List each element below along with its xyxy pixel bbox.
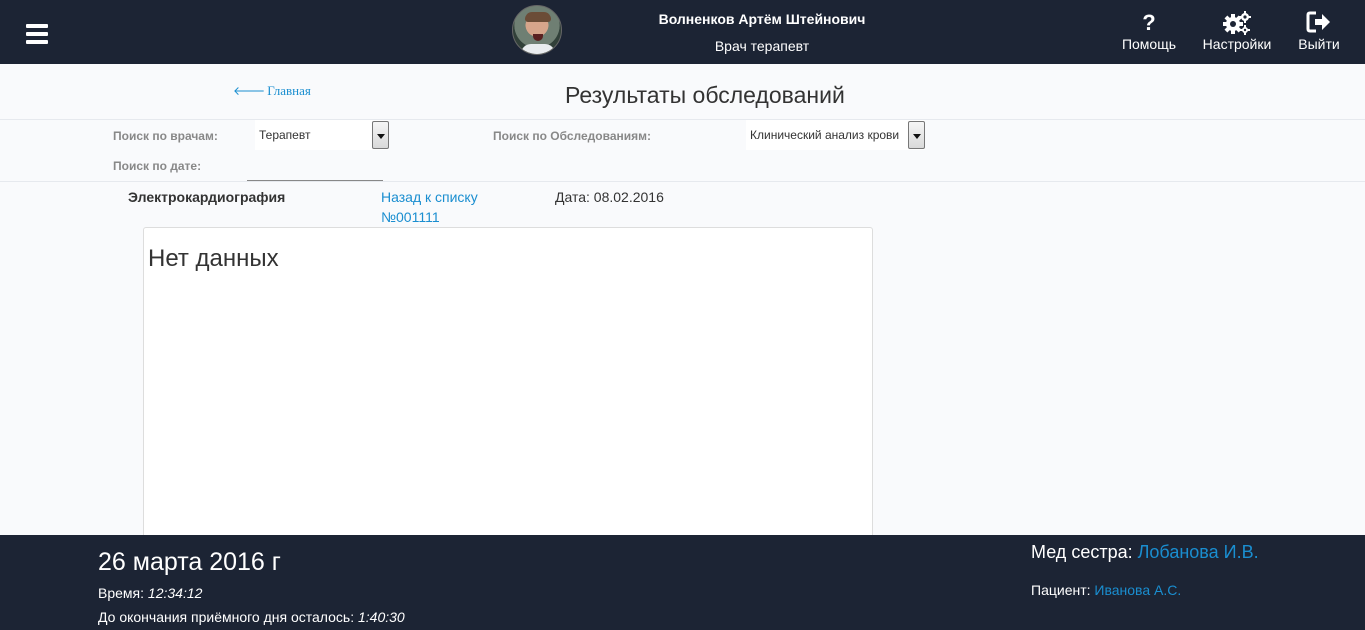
help-button[interactable]: ? Помощь — [1119, 10, 1179, 52]
footer-bar: 26 марта 2016 г Время: 12:34:12 До оконч… — [0, 535, 1365, 630]
nurse-info: Мед сестра: Лобанова И.В. — [1031, 542, 1259, 563]
settings-label: Настройки — [1202, 36, 1272, 52]
user-name: Волненков Артём Штейнович — [658, 11, 866, 27]
user-role: Врач терапевт — [714, 38, 810, 54]
doctor-select[interactable]: Терапевт — [255, 120, 389, 150]
arrow-left-icon: 🡐 — [233, 84, 266, 98]
result-content-box: Нет данных — [143, 227, 873, 557]
page-title: Результаты обследований — [565, 82, 845, 108]
patient-label: Пациент: — [1031, 582, 1095, 598]
patient-name-link[interactable]: Иванова А.С. — [1094, 582, 1181, 598]
exam-select-value: Клинический анализ крови — [750, 128, 900, 142]
current-time: Время: 12:34:12 — [98, 585, 202, 601]
chevron-down-icon[interactable] — [908, 121, 925, 149]
hamburger-menu-icon[interactable] — [26, 24, 48, 44]
time-value: 12:34:12 — [147, 585, 203, 601]
nurse-label: Мед сестра: — [1031, 542, 1138, 562]
date-filter-input[interactable] — [247, 150, 383, 181]
no-data-message: Нет данных — [148, 245, 279, 272]
gears-icon — [1198, 10, 1276, 36]
question-icon: ? — [1142, 10, 1156, 35]
remaining-time: До окончания приёмного дня осталось: 1:4… — [98, 609, 405, 625]
exam-date: Дата: 08.02.2016 — [555, 189, 664, 205]
exam-name: Электрокардиография — [128, 189, 286, 205]
logout-label: Выйти — [1298, 36, 1340, 52]
home-link-label: Главная — [267, 83, 311, 98]
sign-out-icon — [1292, 10, 1346, 36]
logout-button[interactable]: Выйти — [1292, 10, 1346, 52]
remaining-label: До окончания приёмного дня осталось: — [98, 609, 358, 625]
exam-filter-label: Поиск по Обследованиям: — [493, 129, 651, 143]
date-filter-label: Поиск по дате: — [113, 159, 202, 173]
record-number: №001111 — [381, 209, 440, 225]
patient-info: Пациент: Иванова А.С. — [1031, 582, 1181, 598]
nurse-name-link[interactable]: Лобанова И.В. — [1138, 542, 1259, 562]
help-label: Помощь — [1121, 36, 1177, 52]
home-link[interactable]: 🡐 Главная — [233, 83, 311, 99]
settings-button[interactable]: Настройки — [1198, 10, 1276, 52]
current-date: 26 марта 2016 г — [98, 548, 281, 576]
title-bar: 🡐 Главная Результаты обследований — [0, 64, 1365, 120]
remaining-value: 1:40:30 — [357, 609, 405, 625]
back-to-list-link[interactable]: Назад к списку — [381, 189, 478, 205]
avatar — [512, 5, 562, 55]
exam-select[interactable]: Клинический анализ крови — [746, 120, 925, 150]
time-label: Время: — [98, 585, 148, 601]
doctor-filter-label: Поиск по врачам: — [113, 129, 218, 143]
filter-panel: Поиск по врачам: Терапевт Поиск по Обсле… — [0, 120, 1365, 182]
doctor-select-value: Терапевт — [259, 128, 311, 142]
chevron-down-icon[interactable] — [372, 121, 389, 149]
top-header: Волненков Артём Штейнович Врач терапевт … — [0, 0, 1365, 64]
